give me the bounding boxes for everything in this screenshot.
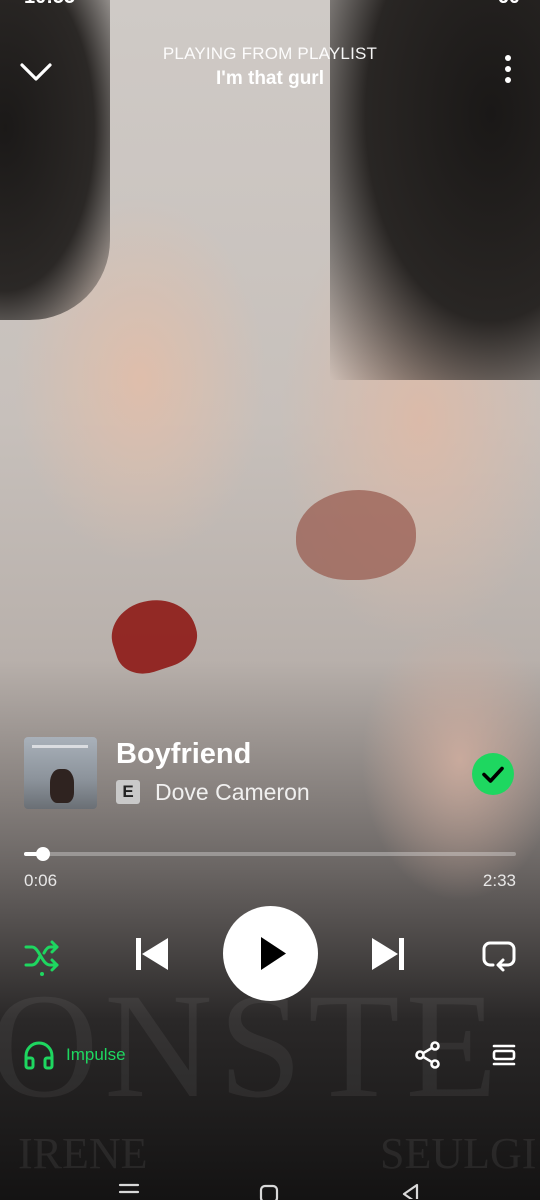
progress-bar[interactable] [24, 847, 516, 861]
time-total: 2:33 [482, 871, 516, 890]
check-circle-icon[interactable] [472, 753, 514, 795]
shuffle-active-dot [40, 972, 44, 976]
system-nav-bar [0, 1178, 540, 1200]
shuffle-icon[interactable] [22, 936, 62, 976]
album-art-names: IRENE SEULGI [18, 1129, 537, 1178]
time-elapsed: 0:06 [24, 871, 58, 890]
status-bar: 10:55 60 [0, 0, 540, 14]
repeat-icon[interactable] [480, 936, 518, 974]
chevron-down-icon[interactable] [16, 52, 56, 92]
headphones-icon[interactable] [22, 1038, 56, 1072]
playlist-name[interactable]: I'm that gurl [120, 68, 420, 90]
nav-home-icon[interactable] [259, 1182, 279, 1200]
share-icon[interactable] [413, 1040, 443, 1070]
play-icon [261, 937, 286, 970]
nav-recents-icon[interactable] [118, 1182, 140, 1196]
album-art-hair-left [0, 0, 110, 320]
status-battery: 60 [498, 0, 520, 9]
skip-next-icon[interactable] [368, 934, 408, 974]
track-artist[interactable]: Dove Cameron [155, 779, 310, 806]
more-vertical-icon[interactable] [498, 52, 518, 88]
play-button[interactable] [223, 906, 318, 1001]
playing-from-label: PLAYING FROM PLAYLIST [162, 44, 378, 63]
now-playing-screen: ONSTE IRENE SEULGI 10:55 60 PLAYING FROM… [0, 0, 540, 1200]
cover-lettering [32, 745, 88, 748]
album-art-lips-left [103, 588, 205, 682]
nav-back-icon[interactable] [400, 1181, 420, 1200]
track-title[interactable]: Boyfriend [116, 738, 251, 771]
queue-icon[interactable] [490, 1041, 518, 1069]
connected-device-label[interactable]: Impulse [66, 1045, 126, 1065]
album-cover-thumbnail[interactable] [24, 737, 97, 809]
progress-knob[interactable] [36, 847, 51, 861]
skip-previous-icon[interactable] [132, 934, 172, 974]
explicit-badge: E [116, 780, 140, 804]
album-art-lips-right [296, 490, 416, 580]
status-time: 10:55 [24, 0, 75, 9]
cover-figure [50, 769, 74, 803]
